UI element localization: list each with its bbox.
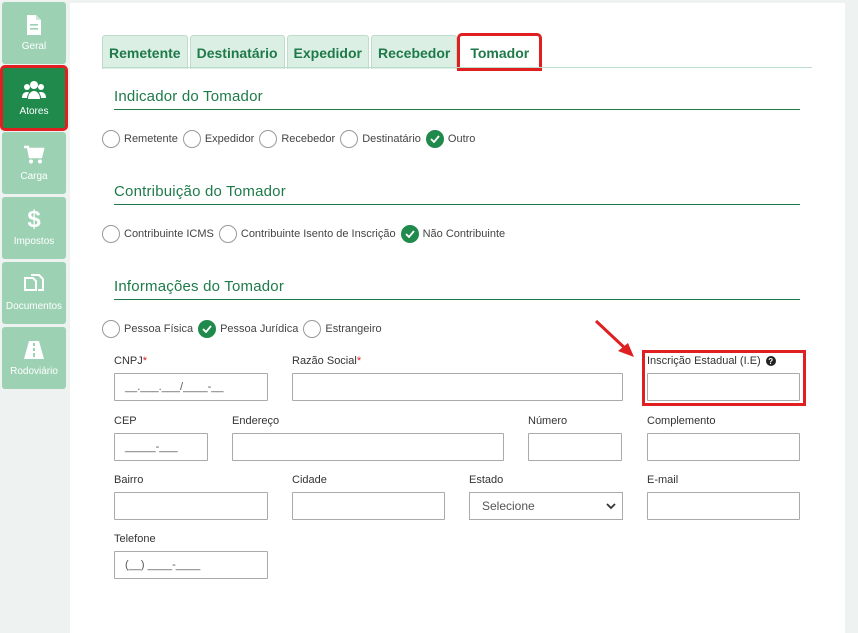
tab-remetente[interactable]: Remetente	[102, 35, 188, 69]
sidebar-item-label: Geral	[21, 41, 47, 52]
radio-outro[interactable]: Outro	[425, 130, 475, 148]
sidebar-item-documentos[interactable]: Documentos	[2, 262, 66, 324]
endereco-input[interactable]	[232, 433, 504, 461]
sidebar-item-carga[interactable]: Carga	[2, 132, 66, 194]
section-title-contribuicao: Contribuição do Tomador	[114, 183, 286, 200]
radio-remetente[interactable]: Remetente	[102, 130, 178, 148]
cep-label: CEP	[114, 415, 137, 427]
radio-contribuinte-icms[interactable]: Contribuinte ICMS	[102, 225, 214, 243]
radio-destinatario[interactable]: Destinatário	[340, 130, 421, 148]
radio-circle[interactable]	[182, 130, 201, 148]
sidebar-item-impostos[interactable]: $ Impostos	[2, 197, 66, 259]
email-input[interactable]	[647, 492, 800, 520]
bairro-input[interactable]	[114, 492, 268, 520]
radio-circle[interactable]	[259, 130, 278, 148]
road-icon	[23, 337, 45, 363]
sidebar-item-label: Carga	[20, 171, 48, 182]
cidade-label: Cidade	[292, 474, 327, 486]
section-divider	[114, 299, 800, 300]
tab-destinatario[interactable]: Destinatário	[189, 35, 285, 69]
radio-expedidor[interactable]: Expedidor	[182, 130, 254, 148]
main-panel: Remetente Destinatário Expedidor Recebed…	[70, 3, 845, 633]
radio-contribuinte-isento[interactable]: Contribuinte Isento de Inscrição	[218, 225, 396, 243]
numero-label: Número	[528, 415, 568, 427]
complemento-input[interactable]	[647, 433, 800, 461]
sidebar-item-atores[interactable]: Atores	[0, 65, 68, 131]
razao-social-label: Razão Social*	[292, 355, 362, 367]
radio-recebedor[interactable]: Recebedor	[259, 130, 335, 148]
estado-label: Estado	[469, 474, 504, 486]
check-icon[interactable]	[198, 320, 217, 338]
check-icon[interactable]	[425, 130, 444, 148]
radio-circle[interactable]	[340, 130, 359, 148]
radio-circle[interactable]	[218, 225, 237, 243]
cart-icon	[23, 142, 45, 168]
cep-input[interactable]: _____-___	[114, 433, 208, 461]
numero-input[interactable]	[528, 433, 622, 461]
tab-divider	[102, 67, 812, 68]
users-icon	[22, 77, 46, 103]
endereco-label: Endereço	[232, 415, 280, 427]
telefone-input[interactable]: (__) ____-____	[114, 551, 268, 579]
tab-bar: Remetente Destinatário Expedidor Recebed…	[102, 33, 543, 71]
sidebar-item-label: Rodoviário	[10, 366, 58, 377]
radio-nao-contribuinte[interactable]: Não Contribuinte	[400, 225, 505, 243]
documents-icon	[23, 272, 45, 298]
document-icon	[25, 12, 43, 38]
sidebar-item-label: Documentos	[5, 301, 63, 312]
radio-circle[interactable]	[102, 320, 120, 338]
tab-expedidor[interactable]: Expedidor	[286, 35, 369, 69]
cnpj-label: CNPJ*	[114, 355, 148, 367]
sidebar-item-label: Impostos	[13, 236, 55, 247]
tab-tomador[interactable]: Tomador	[457, 33, 543, 71]
indicador-radio-group: Remetente Expedidor Recebedor Destinatár…	[102, 130, 480, 148]
cidade-input[interactable]	[292, 492, 445, 520]
informacoes-radio-group: Pessoa Física Pessoa Jurídica Estrangeir…	[102, 320, 387, 338]
section-title-indicador: Indicador do Tomador	[114, 88, 263, 105]
razao-social-input[interactable]	[292, 373, 623, 401]
sidebar-item-label: Atores	[19, 106, 49, 117]
radio-estrangeiro[interactable]: Estrangeiro	[303, 320, 382, 338]
estado-select[interactable]: Selecione	[469, 492, 623, 520]
section-divider	[114, 204, 800, 205]
sidebar: Geral Atores Carga $ Impostos Documentos…	[0, 0, 70, 633]
sidebar-item-geral[interactable]: Geral	[2, 2, 66, 64]
radio-circle[interactable]	[102, 130, 120, 148]
check-icon[interactable]	[400, 225, 419, 243]
dollar-icon: $	[27, 206, 41, 233]
section-divider	[114, 109, 800, 110]
telefone-label: Telefone	[114, 533, 156, 545]
radio-pessoa-juridica[interactable]: Pessoa Jurídica	[198, 320, 298, 338]
email-label: E-mail	[647, 474, 679, 486]
tab-recebedor[interactable]: Recebedor	[370, 35, 458, 69]
complemento-label: Complemento	[647, 415, 716, 427]
radio-circle[interactable]	[102, 225, 120, 243]
section-title-informacoes: Informações do Tomador	[114, 278, 285, 295]
cnpj-input[interactable]: __.___.___/____-__	[114, 373, 268, 401]
highlight-box	[642, 350, 806, 406]
arrow-icon	[590, 315, 640, 368]
radio-pessoa-fisica[interactable]: Pessoa Física	[102, 320, 193, 338]
bairro-label: Bairro	[114, 474, 144, 486]
sidebar-item-rodoviario[interactable]: Rodoviário	[2, 327, 66, 389]
radio-circle[interactable]	[303, 320, 322, 338]
contribuicao-radio-group: Contribuinte ICMS Contribuinte Isento de…	[102, 225, 510, 243]
chevron-down-icon	[606, 499, 616, 513]
